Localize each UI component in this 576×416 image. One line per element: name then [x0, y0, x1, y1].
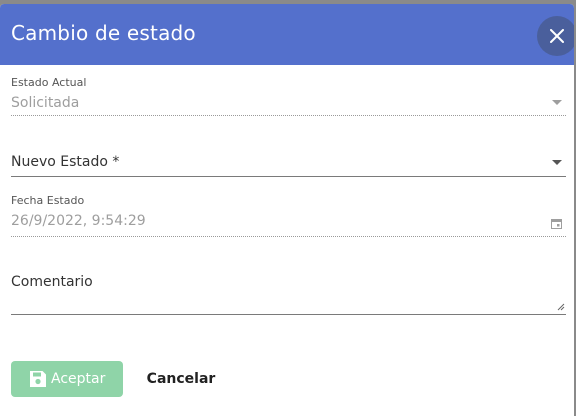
- comentario-underline: [11, 314, 566, 315]
- comentario-textarea[interactable]: Comentario: [11, 264, 566, 318]
- calendar-icon: [551, 219, 562, 229]
- save-icon: [30, 371, 46, 387]
- cancel-button[interactable]: Cancelar: [137, 361, 225, 397]
- fecha-estado-underline: [11, 236, 566, 237]
- cancel-button-label: Cancelar: [146, 371, 216, 387]
- estado-actual-underline: [11, 115, 566, 116]
- nuevo-estado-label: Nuevo Estado *: [11, 154, 120, 170]
- dialog-title: Cambio de estado: [11, 21, 196, 45]
- accept-button-label: Aceptar: [51, 371, 106, 387]
- close-button[interactable]: [537, 16, 574, 56]
- estado-actual-field: Estado Actual Solicitada: [11, 70, 566, 120]
- chevron-down-icon: [552, 100, 562, 105]
- chevron-down-icon: [552, 160, 562, 165]
- accept-button[interactable]: Aceptar: [11, 361, 123, 397]
- nuevo-estado-underline: [11, 176, 566, 177]
- estado-actual-label: Estado Actual: [11, 76, 87, 89]
- estado-actual-value: Solicitada: [11, 95, 80, 111]
- comentario-label: Comentario: [11, 274, 93, 290]
- nuevo-estado-select[interactable]: Nuevo Estado *: [11, 144, 566, 184]
- fecha-estado-field: Fecha Estado 26/9/2022, 9:54:29: [11, 190, 566, 242]
- status-change-dialog: Cambio de estado Estado Actual Solicitad…: [0, 4, 574, 416]
- fecha-estado-label: Fecha Estado: [11, 194, 85, 207]
- fecha-estado-value: 26/9/2022, 9:54:29: [11, 213, 146, 229]
- resize-handle-icon[interactable]: [557, 303, 565, 311]
- dialog-header: Cambio de estado: [0, 4, 574, 65]
- close-icon: [550, 29, 564, 43]
